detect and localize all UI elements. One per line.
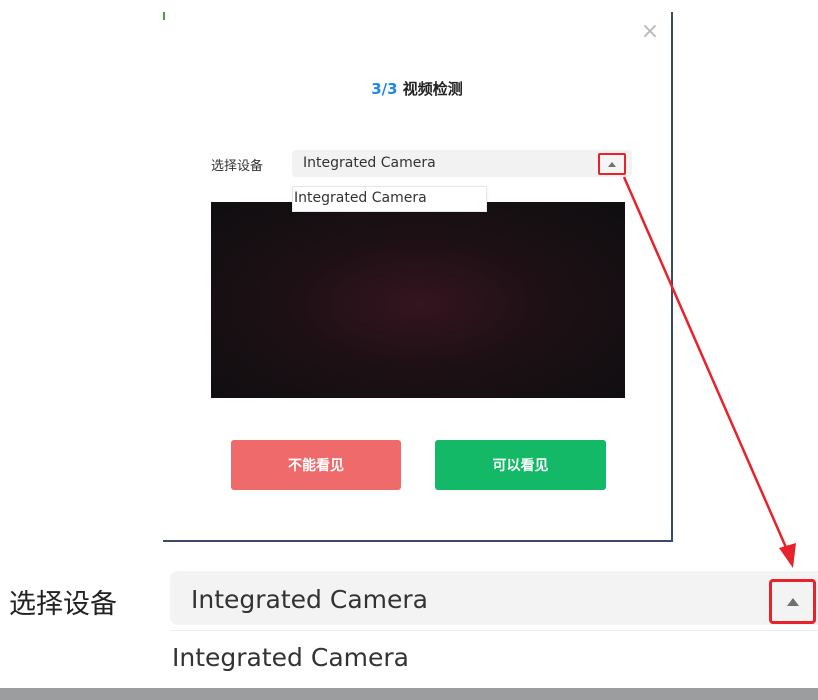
annotation-arrow-head — [779, 543, 796, 568]
zoom-dropdown-option-integrated-camera[interactable]: Integrated Camera — [172, 643, 409, 672]
can-see-button[interactable]: 可以看见 — [435, 440, 606, 490]
triangle-up-icon — [786, 597, 799, 606]
close-icon[interactable]: × — [638, 20, 662, 44]
triangle-up-icon — [608, 161, 616, 167]
title-name: 视频检测 — [402, 80, 463, 98]
video-check-dialog: × 3/3 视频检测 选择设备 Integrated Camera Integr… — [163, 12, 673, 542]
device-label: 选择设备 — [211, 159, 264, 174]
title-step: 3/3 — [371, 80, 398, 98]
device-dropdown: Integrated Camera — [292, 186, 487, 212]
dialog-title: 3/3 视频检测 — [163, 78, 671, 99]
camera-preview — [211, 202, 625, 398]
dropdown-option-integrated-camera[interactable]: Integrated Camera — [294, 190, 427, 206]
zoom-device-select[interactable]: Integrated Camera — [170, 571, 818, 625]
dialog-corner-accent — [163, 12, 165, 20]
device-select[interactable]: Integrated Camera — [292, 150, 632, 177]
dropdown-toggle-button[interactable] — [598, 153, 626, 175]
zoom-preview-strip — [0, 688, 818, 700]
device-select-value: Integrated Camera — [303, 155, 436, 171]
zoom-device-label: 选择设备 — [9, 589, 117, 620]
zoom-device-dropdown: Integrated Camera — [170, 630, 818, 682]
zoom-device-select-value: Integrated Camera — [191, 585, 428, 614]
zoom-dropdown-toggle-button[interactable] — [769, 579, 816, 624]
cannot-see-button[interactable]: 不能看见 — [231, 440, 401, 490]
